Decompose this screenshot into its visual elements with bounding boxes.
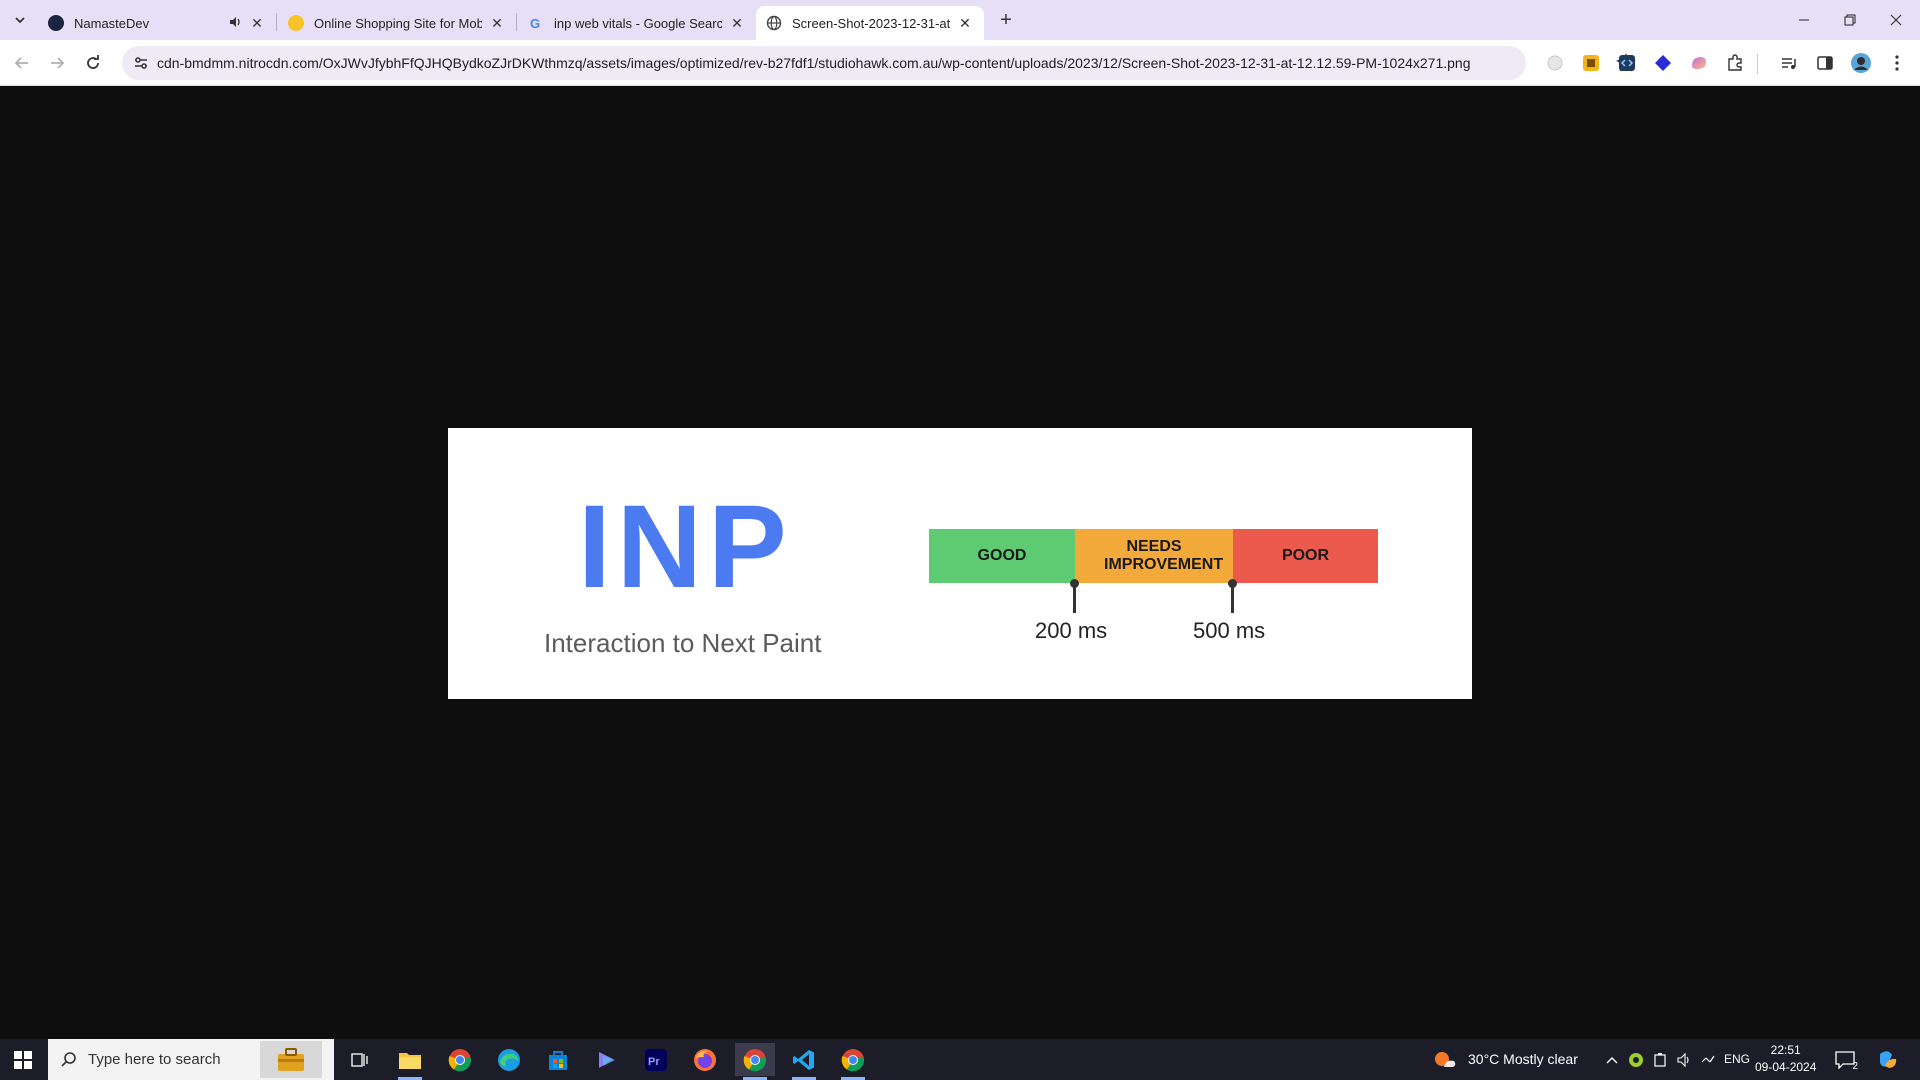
tray-app-icon[interactable] — [1624, 1043, 1648, 1076]
microsoft-store-icon[interactable] — [538, 1043, 578, 1076]
clock[interactable]: 22:51 09-04-2024 — [1755, 1042, 1816, 1076]
tab-online-shopping[interactable]: Online Shopping Site for Mobil ✕ — [278, 6, 516, 40]
extension-yellow-icon[interactable] — [1579, 51, 1603, 75]
vscode-icon[interactable] — [784, 1043, 824, 1080]
tab-title: NamasteDev — [74, 15, 150, 31]
notification-badge: 2 — [1852, 1061, 1858, 1072]
clock-date: 09-04-2024 — [1755, 1060, 1817, 1074]
extension-code-icon[interactable] — [1615, 51, 1639, 75]
battery-icon[interactable] — [1648, 1043, 1672, 1076]
inp-subtitle: Interaction to Next Paint — [544, 628, 822, 658]
segment-needs-improvement: NEEDS IMPROVEMENT — [1075, 529, 1233, 583]
show-hidden-icons-chevron-up-icon[interactable] — [1600, 1043, 1624, 1076]
new-tab-button[interactable]: + — [994, 8, 1018, 32]
close-icon[interactable]: ✕ — [956, 14, 974, 32]
notifications-icon[interactable]: 2 — [1830, 1043, 1860, 1076]
threshold-label-200: 200 ms — [1035, 618, 1108, 643]
restore-icon — [1844, 14, 1856, 26]
chrome-active-icon[interactable] — [735, 1043, 775, 1080]
threshold-marker-line — [1073, 583, 1076, 613]
segment-label: NEEDS IMPROVEMENT — [1104, 537, 1224, 573]
close-icon[interactable]: ✕ — [248, 14, 266, 32]
weather-text[interactable]: 30°C Mostly clear — [1468, 1051, 1578, 1067]
speaker-icon[interactable] — [228, 15, 242, 32]
threshold-marker-line — [1231, 583, 1234, 613]
threshold-label-500: 500 ms — [1193, 618, 1266, 643]
namastedev-favicon-icon — [48, 15, 64, 31]
menu-kebab-icon[interactable] — [1885, 51, 1909, 75]
tab-strip: NamasteDev ✕ Online Shopping Site for Mo… — [0, 0, 1920, 40]
arrow-left-icon — [14, 57, 28, 69]
svg-text:Pr: Pr — [648, 1056, 660, 1068]
windows-logo-icon — [14, 1050, 32, 1069]
chevron-down-icon — [15, 17, 25, 24]
segment-poor: POOR — [1233, 529, 1378, 583]
close-icon[interactable]: ✕ — [728, 14, 746, 32]
tab-title: Online Shopping Site for Mobil — [314, 15, 482, 31]
chrome-icon[interactable] — [440, 1043, 480, 1076]
tab-search-button[interactable] — [8, 8, 32, 32]
briefcase-icon[interactable] — [260, 1041, 322, 1078]
reload-button[interactable] — [81, 51, 105, 75]
extensions-puzzle-icon[interactable] — [1723, 51, 1747, 75]
minimize-button[interactable] — [1781, 0, 1827, 40]
tab-namastedev[interactable]: NamasteDev ✕ — [38, 6, 276, 40]
side-panel-icon[interactable] — [1813, 51, 1837, 75]
inp-image[interactable]: INP Interaction to Next Paint GOOD NEEDS… — [448, 428, 1472, 699]
segment-good: GOOD — [929, 529, 1075, 583]
inp-title: INP — [578, 481, 793, 613]
language-indicator[interactable]: ENG — [1724, 1052, 1750, 1066]
file-explorer-icon[interactable] — [390, 1043, 430, 1080]
browser-toolbar: cdn-bmdmm.nitrocdn.com/OxJWvJfybhFfQJHQB… — [0, 40, 1920, 86]
weather-icon[interactable] — [1430, 1043, 1460, 1076]
svg-text:G: G — [530, 16, 540, 31]
premiere-pro-icon[interactable]: Pr — [636, 1043, 676, 1076]
tab-title: inp web vitals - Google Search — [554, 15, 722, 31]
chrome-profile-icon[interactable] — [833, 1043, 873, 1080]
restore-button[interactable] — [1827, 0, 1873, 40]
flipkart-favicon-icon — [288, 15, 304, 31]
forward-button[interactable] — [45, 51, 69, 75]
close-icon — [1890, 14, 1902, 26]
windows-taskbar: Type here to search Pr 30°C Mostly clear — [0, 1039, 1920, 1080]
firefox-icon[interactable] — [685, 1043, 725, 1076]
profile-avatar[interactable] — [1849, 51, 1873, 75]
globe-icon — [766, 15, 782, 31]
tab-title: Screen-Shot-2023-12-31-at-12. — [792, 15, 950, 31]
site-info-icon[interactable] — [132, 54, 150, 72]
minimize-icon — [1799, 19, 1809, 21]
url-text[interactable]: cdn-bmdmm.nitrocdn.com/OxJWvJfybhFfQJHQB… — [157, 55, 1487, 71]
network-icon[interactable] — [1696, 1043, 1720, 1076]
tab-screenshot-image[interactable]: Screen-Shot-2023-12-31-at-12. ✕ — [756, 6, 984, 40]
close-icon[interactable]: ✕ — [488, 14, 506, 32]
back-button[interactable] — [10, 51, 34, 75]
close-window-button[interactable] — [1873, 0, 1919, 40]
extension-diamond-icon[interactable] — [1651, 51, 1675, 75]
volume-icon[interactable] — [1672, 1043, 1696, 1076]
copilot-icon[interactable] — [587, 1043, 627, 1076]
google-favicon-icon: G — [528, 15, 544, 31]
copilot-tray-icon[interactable] — [1870, 1043, 1906, 1076]
image-viewer: INP Interaction to Next Paint GOOD NEEDS… — [0, 87, 1920, 1039]
search-icon — [61, 1052, 76, 1067]
extension-gradient-icon[interactable] — [1687, 51, 1711, 75]
edge-icon[interactable] — [489, 1043, 529, 1076]
clock-time: 22:51 — [1770, 1043, 1801, 1057]
arrow-right-icon — [51, 57, 65, 69]
media-control-icon[interactable] — [1777, 51, 1801, 75]
tab-google-search[interactable]: G inp web vitals - Google Search ✕ — [518, 6, 756, 40]
taskbar-search-box[interactable]: Type here to search — [48, 1039, 334, 1080]
task-view-icon[interactable] — [340, 1043, 380, 1076]
address-bar[interactable]: cdn-bmdmm.nitrocdn.com/OxJWvJfybhFfQJHQB… — [122, 46, 1636, 80]
search-placeholder: Type here to search — [88, 1051, 221, 1068]
extension-lighthouse-icon[interactable] — [1543, 51, 1567, 75]
start-button[interactable] — [0, 1039, 46, 1080]
reload-icon — [87, 55, 99, 69]
